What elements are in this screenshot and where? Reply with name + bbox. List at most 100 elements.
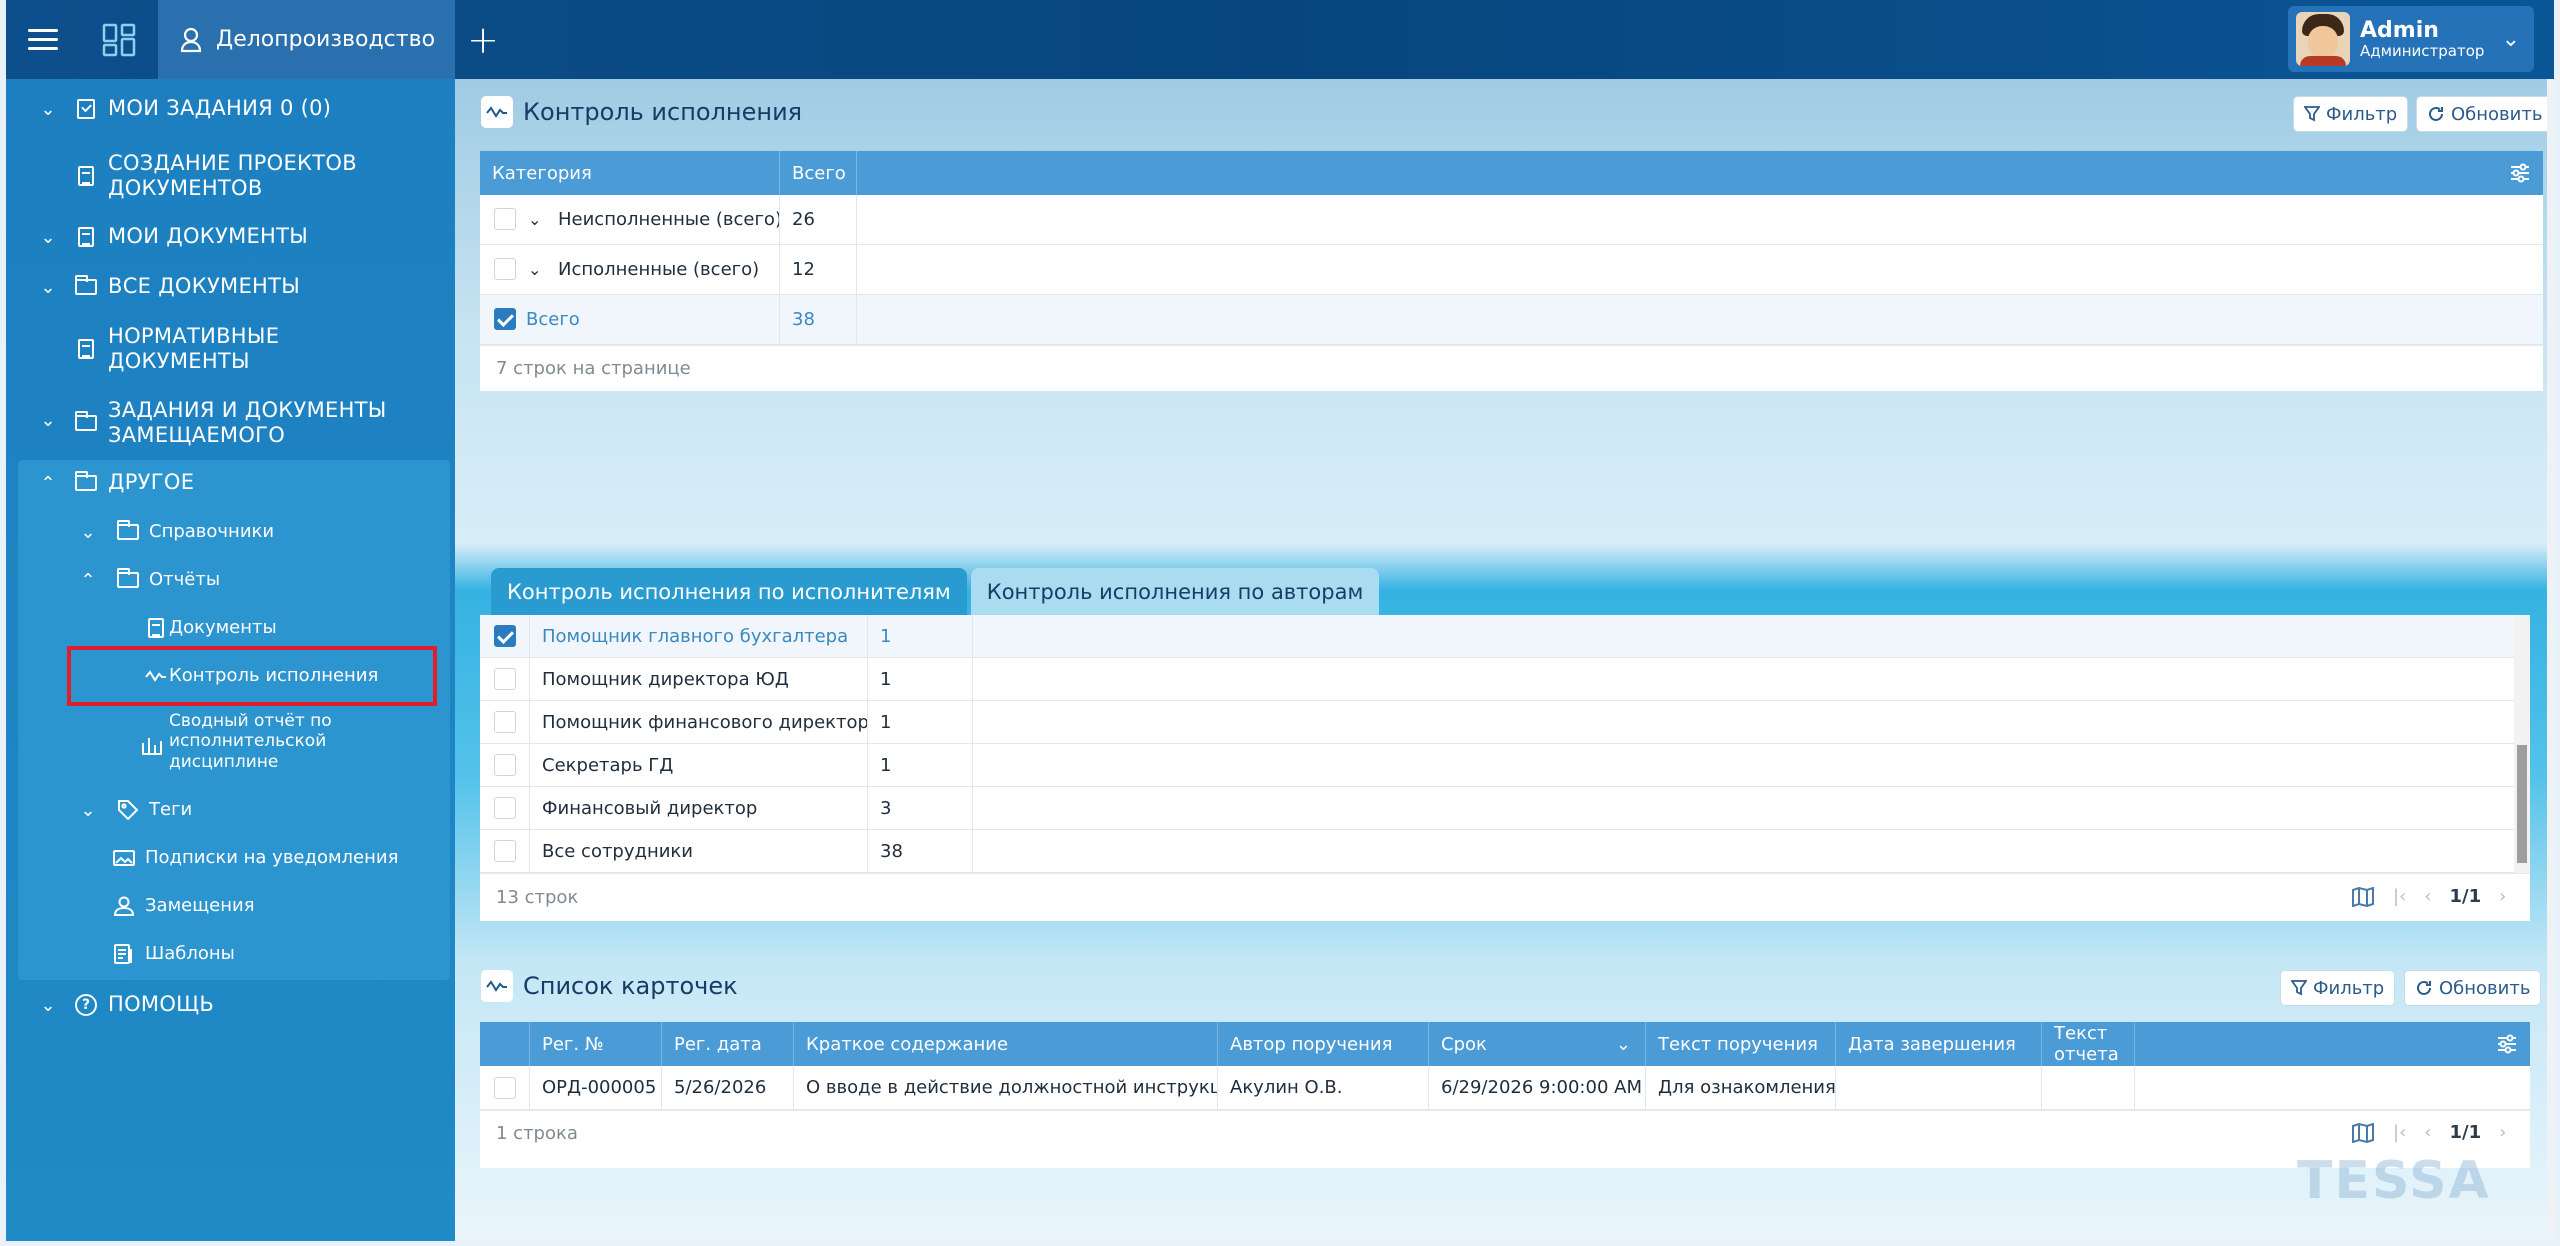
workplaces-button[interactable] <box>80 0 158 79</box>
chevron-down-icon: ⌄ <box>80 521 96 543</box>
prev-page-icon[interactable]: ‹ <box>2424 886 2431 907</box>
row-checkbox[interactable] <box>494 754 516 776</box>
sidebar-item-help[interactable]: ⌄ ? ПОМОЩЬ <box>6 989 455 1021</box>
sidebar-item-documents-report[interactable]: Документы <box>6 613 455 643</box>
sidebar-item-discipline-report[interactable]: Сводный отчёт по исполнительской дисципл… <box>6 711 455 777</box>
table-row[interactable]: Помощник финансового директора 1 <box>480 701 2530 744</box>
table-row[interactable]: Финансовый директор 3 <box>480 787 2530 830</box>
column-header[interactable]: Рег. № <box>530 1022 662 1066</box>
top-bar: Делопроизводство + Admin Администратор ⌄ <box>6 0 2554 79</box>
row-checkbox[interactable] <box>494 797 516 819</box>
sidebar-item-create-drafts[interactable]: СОЗДАНИЕ ПРОЕКТОВ ДОКУМЕНТОВ <box>6 151 455 201</box>
table-row[interactable]: Все сотрудники 38 <box>480 830 2530 873</box>
prev-page-icon[interactable]: ‹ <box>2424 1122 2431 1143</box>
template-icon <box>112 942 136 966</box>
summary-cell: О вводе в действие должностной инструкци… <box>794 1066 1218 1109</box>
row-checkbox[interactable] <box>494 208 516 230</box>
refresh-button[interactable]: Обновить <box>2404 970 2542 1006</box>
table-row[interactable]: Всего 38 <box>480 295 2543 345</box>
tab-by-authors[interactable]: Контроль исполнения по авторам <box>970 568 1380 615</box>
sidebar-item-label: Теги <box>149 799 193 821</box>
user-menu[interactable]: Admin Администратор ⌄ <box>2288 6 2534 72</box>
refresh-button-label: Обновить <box>2451 103 2543 125</box>
column-settings-icon[interactable] <box>2509 162 2531 189</box>
first-page-icon[interactable]: |‹ <box>2393 886 2406 907</box>
columns-icon[interactable] <box>2351 1122 2375 1143</box>
chevron-down-icon[interactable]: ⌄ <box>528 260 541 279</box>
category-cell: Всего <box>480 295 780 344</box>
folder-open-icon <box>74 471 98 495</box>
app-window: Делопроизводство + Admin Администратор ⌄… <box>6 0 2554 1241</box>
sidebar-item-other[interactable]: ⌃ ДРУГОЕ <box>6 467 455 499</box>
column-header[interactable]: Категория <box>480 151 780 195</box>
column-header[interactable]: Срок ⌄ <box>1429 1022 1646 1066</box>
tab-by-executors[interactable]: Контроль исполнения по исполнителям <box>491 568 967 615</box>
author-cell: Акулин О.В. <box>1218 1066 1429 1109</box>
sidebar-item-substitute-tasks[interactable]: ⌄ ЗАДАНИЯ И ДОКУМЕНТЫ ЗАМЕЩАЕМОГО <box>6 398 455 448</box>
column-header[interactable]: Рег. дата <box>662 1022 794 1066</box>
row-checkbox[interactable] <box>494 711 516 733</box>
app-tab[interactable]: Делопроизводство <box>158 0 455 79</box>
authors-table: Помощник главного бухгалтера 1 Помощник … <box>480 615 2530 921</box>
sidebar-item-label: Документы <box>169 617 277 639</box>
first-page-icon[interactable]: |‹ <box>2393 1122 2406 1143</box>
column-header[interactable]: Текст отчета <box>2042 1022 2135 1066</box>
column-settings-icon[interactable] <box>2496 1033 2518 1060</box>
sidebar-item-templates[interactable]: Шаблоны <box>6 939 455 969</box>
column-header[interactable]: Дата завершения <box>1836 1022 2042 1066</box>
scrollbar-thumb[interactable] <box>2517 745 2527 863</box>
sidebar-item-subscriptions[interactable]: Подписки на уведомления <box>6 843 455 873</box>
vertical-scrollbar[interactable] <box>2514 615 2530 873</box>
activity-icon <box>481 96 513 128</box>
row-checkbox[interactable] <box>494 668 516 690</box>
add-tab-button[interactable]: + <box>458 0 508 79</box>
author-cell: Помощник главного бухгалтера <box>530 615 868 657</box>
table-row[interactable]: Помощник главного бухгалтера 1 <box>480 615 2530 658</box>
table-row[interactable]: ⌄ Неисполненные (всего) 26 <box>480 195 2543 245</box>
checkbox-cell <box>480 701 530 743</box>
bar-chart-icon <box>140 733 164 757</box>
row-checkbox[interactable] <box>494 308 516 330</box>
column-header[interactable]: Краткое содержание <box>794 1022 1218 1066</box>
sidebar-item-label: МОИ ЗАДАНИЯ 0 (0) <box>108 96 332 121</box>
next-page-icon[interactable]: › <box>2499 886 2506 907</box>
columns-icon[interactable] <box>2351 886 2375 907</box>
filter-button[interactable]: Фильтр <box>2280 970 2396 1006</box>
menu-button[interactable] <box>6 0 80 79</box>
filter-button[interactable]: Фильтр <box>2293 96 2409 132</box>
sidebar-item-label: Справочники <box>149 521 275 543</box>
table-row[interactable]: Секретарь ГД 1 <box>480 744 2530 787</box>
sidebar-item-substitutions[interactable]: Замещения <box>6 891 455 921</box>
table-row[interactable]: ОРД-000005 5/26/2026 О вводе в действие … <box>480 1066 2530 1110</box>
row-checkbox[interactable] <box>494 840 516 862</box>
help-icon: ? <box>74 993 98 1017</box>
count-cell: 38 <box>868 830 973 872</box>
column-header[interactable]: Всего <box>780 151 857 195</box>
sidebar-item-all-documents[interactable]: ⌄ ВСЕ ДОКУМЕНТЫ <box>6 271 455 303</box>
sidebar-item-my-documents[interactable]: ⌄ МОИ ДОКУМЕНТЫ <box>6 221 455 253</box>
activity-icon <box>481 970 513 1002</box>
row-checkbox[interactable] <box>494 625 516 647</box>
refresh-button[interactable]: Обновить <box>2416 96 2554 132</box>
table-row[interactable]: Помощник директора ЮД 1 <box>480 658 2530 701</box>
row-checkbox[interactable] <box>494 1077 516 1099</box>
page-size-label: 7 строк на странице <box>496 358 691 379</box>
sidebar-item-normative-documents[interactable]: НОРМАТИВНЫЕ ДОКУМЕНТЫ <box>6 324 455 374</box>
chevron-down-icon[interactable]: ⌄ <box>528 210 541 229</box>
sidebar-item-my-tasks[interactable]: ⌄ МОИ ЗАДАНИЯ 0 (0) <box>6 93 455 125</box>
next-page-icon[interactable]: › <box>2499 1122 2506 1143</box>
sidebar-item-label: ДРУГОЕ <box>108 470 195 495</box>
main-scrollbar[interactable] <box>2547 79 2554 1241</box>
column-header[interactable]: Автор поручения <box>1218 1022 1429 1066</box>
column-header[interactable]: Текст поручения <box>1646 1022 1836 1066</box>
row-checkbox[interactable] <box>494 258 516 280</box>
user-role: Администратор <box>2360 42 2485 61</box>
completion-date-cell <box>1836 1066 2042 1109</box>
avatar <box>2296 12 2350 66</box>
sidebar-item-tags[interactable]: ⌄ Теги <box>6 795 455 825</box>
table-row[interactable]: ⌄ Исполненные (всего) 12 <box>480 245 2543 295</box>
sidebar-item-reports[interactable]: ⌃ Отчёты <box>6 565 455 595</box>
sidebar-item-directories[interactable]: ⌄ Справочники <box>6 517 455 547</box>
total-cell: 26 <box>780 195 857 244</box>
folder-icon <box>74 411 98 435</box>
